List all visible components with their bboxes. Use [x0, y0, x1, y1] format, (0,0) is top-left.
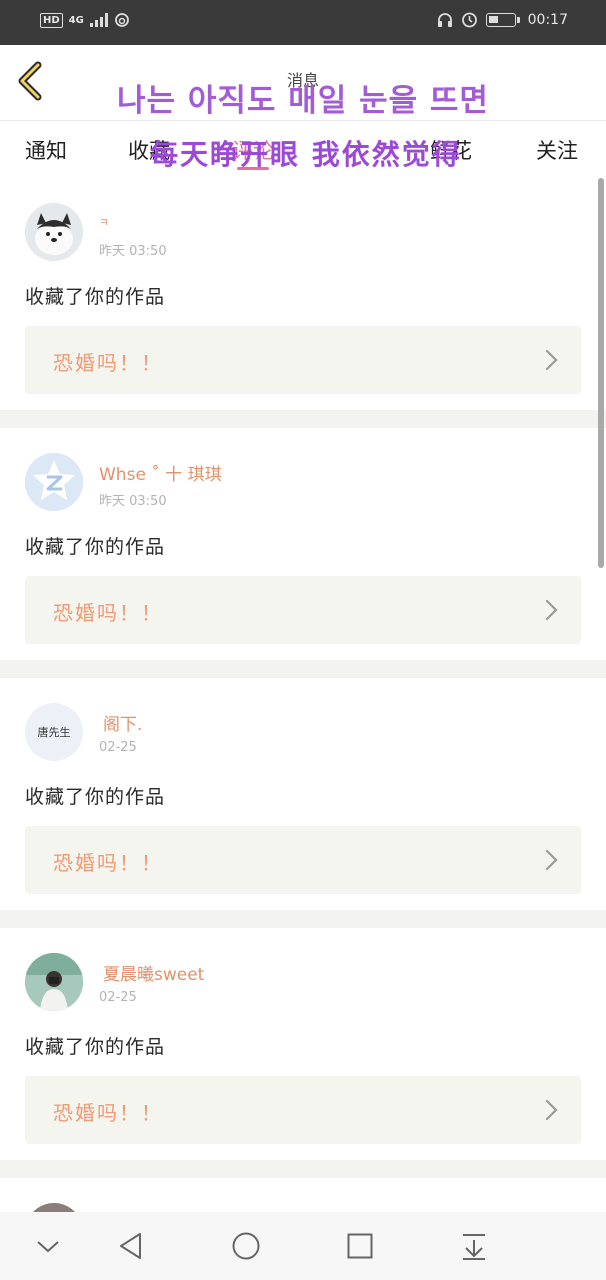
- work-title: 恐婚吗！！: [53, 351, 163, 375]
- avatar[interactable]: [25, 203, 83, 261]
- avatar-text: 唐先生: [37, 726, 71, 739]
- action-text: 收藏了你的作品: [25, 1036, 166, 1058]
- list-item[interactable]: ㅋ 昨天 03:50 收藏了你的作品 恐婚吗！！: [0, 178, 606, 410]
- user-name[interactable]: 阁下.: [103, 710, 142, 735]
- chevron-right-icon: [545, 849, 558, 871]
- avatar[interactable]: [25, 453, 83, 511]
- timestamp: 02-25: [99, 990, 137, 1005]
- user-name[interactable]: 夏晨曦sweet: [103, 960, 204, 985]
- timestamp: 昨天 03:50: [99, 494, 167, 509]
- battery-icon: [485, 12, 520, 27]
- user-name[interactable]: ㅋ: [99, 214, 109, 230]
- work-title: 恐婚吗！！: [53, 601, 163, 625]
- scrollbar[interactable]: [598, 178, 604, 568]
- tab-notifications[interactable]: 通知: [25, 135, 67, 165]
- download-icon[interactable]: [458, 1230, 490, 1262]
- avatar[interactable]: 唐先生: [25, 703, 83, 761]
- back-triangle-icon[interactable]: [115, 1230, 147, 1262]
- action-text: 收藏了你的作品: [25, 536, 166, 558]
- avatar[interactable]: [25, 953, 83, 1011]
- work-link[interactable]: 恐婚吗！！: [25, 1076, 581, 1144]
- status-right: 00:17: [437, 11, 568, 28]
- action-text: 收藏了你的作品: [25, 786, 166, 808]
- status-left: HD 4G: [40, 12, 130, 28]
- timestamp: 02-25: [99, 740, 137, 755]
- home-circle-icon[interactable]: [230, 1230, 262, 1262]
- overlay-caption-2: 每天睁开眼 我依然觉得: [150, 138, 462, 171]
- network-label: 4G: [68, 14, 84, 26]
- clock: 00:17: [527, 11, 568, 28]
- timestamp: 昨天 03:50: [99, 244, 167, 259]
- chevron-right-icon: [545, 1099, 558, 1121]
- status-bar: HD 4G 00:17: [0, 0, 606, 45]
- work-link[interactable]: 恐婚吗！！: [25, 326, 581, 394]
- recents-square-icon[interactable]: [344, 1230, 376, 1262]
- work-link[interactable]: 恐婚吗！！: [25, 826, 581, 894]
- work-link[interactable]: 恐婚吗！！: [25, 576, 581, 644]
- header: 消息 나는 아직도 매일 눈을 뜨면: [0, 45, 606, 120]
- user-name[interactable]: Whse ˚ 十 琪琪: [99, 460, 222, 485]
- chevron-down-icon[interactable]: [32, 1230, 64, 1262]
- list-item[interactable]: 夏晨曦sweet 02-25 收藏了你的作品 恐婚吗！！: [0, 928, 606, 1160]
- work-title: 恐婚吗！！: [53, 851, 163, 875]
- tab-follow[interactable]: 关注: [536, 135, 578, 165]
- headphone-icon: [437, 12, 452, 27]
- work-title: 恐婚吗！！: [53, 1101, 163, 1125]
- list-item[interactable]: Whse ˚ 十 琪琪 昨天 03:50 收藏了你的作品 恐婚吗！！: [0, 428, 606, 660]
- app-notification-icon: [114, 13, 129, 27]
- list-item[interactable]: 唐先生 阁下. 02-25 收藏了你的作品 恐婚吗！！: [0, 678, 606, 910]
- system-nav-bar: [0, 1212, 606, 1280]
- hd-icon: HD: [40, 12, 63, 28]
- alarm-icon: [461, 12, 477, 28]
- signal-icon: [89, 13, 108, 27]
- overlay-caption: 나는 아직도 매일 눈을 뜨면: [117, 83, 489, 119]
- chevron-right-icon: [545, 599, 558, 621]
- chevron-right-icon: [545, 349, 558, 371]
- tab-bar: 通知 收藏 评论 鲜花 关注 每天睁开眼 我依然觉得: [0, 120, 606, 178]
- action-text: 收藏了你的作品: [25, 286, 166, 308]
